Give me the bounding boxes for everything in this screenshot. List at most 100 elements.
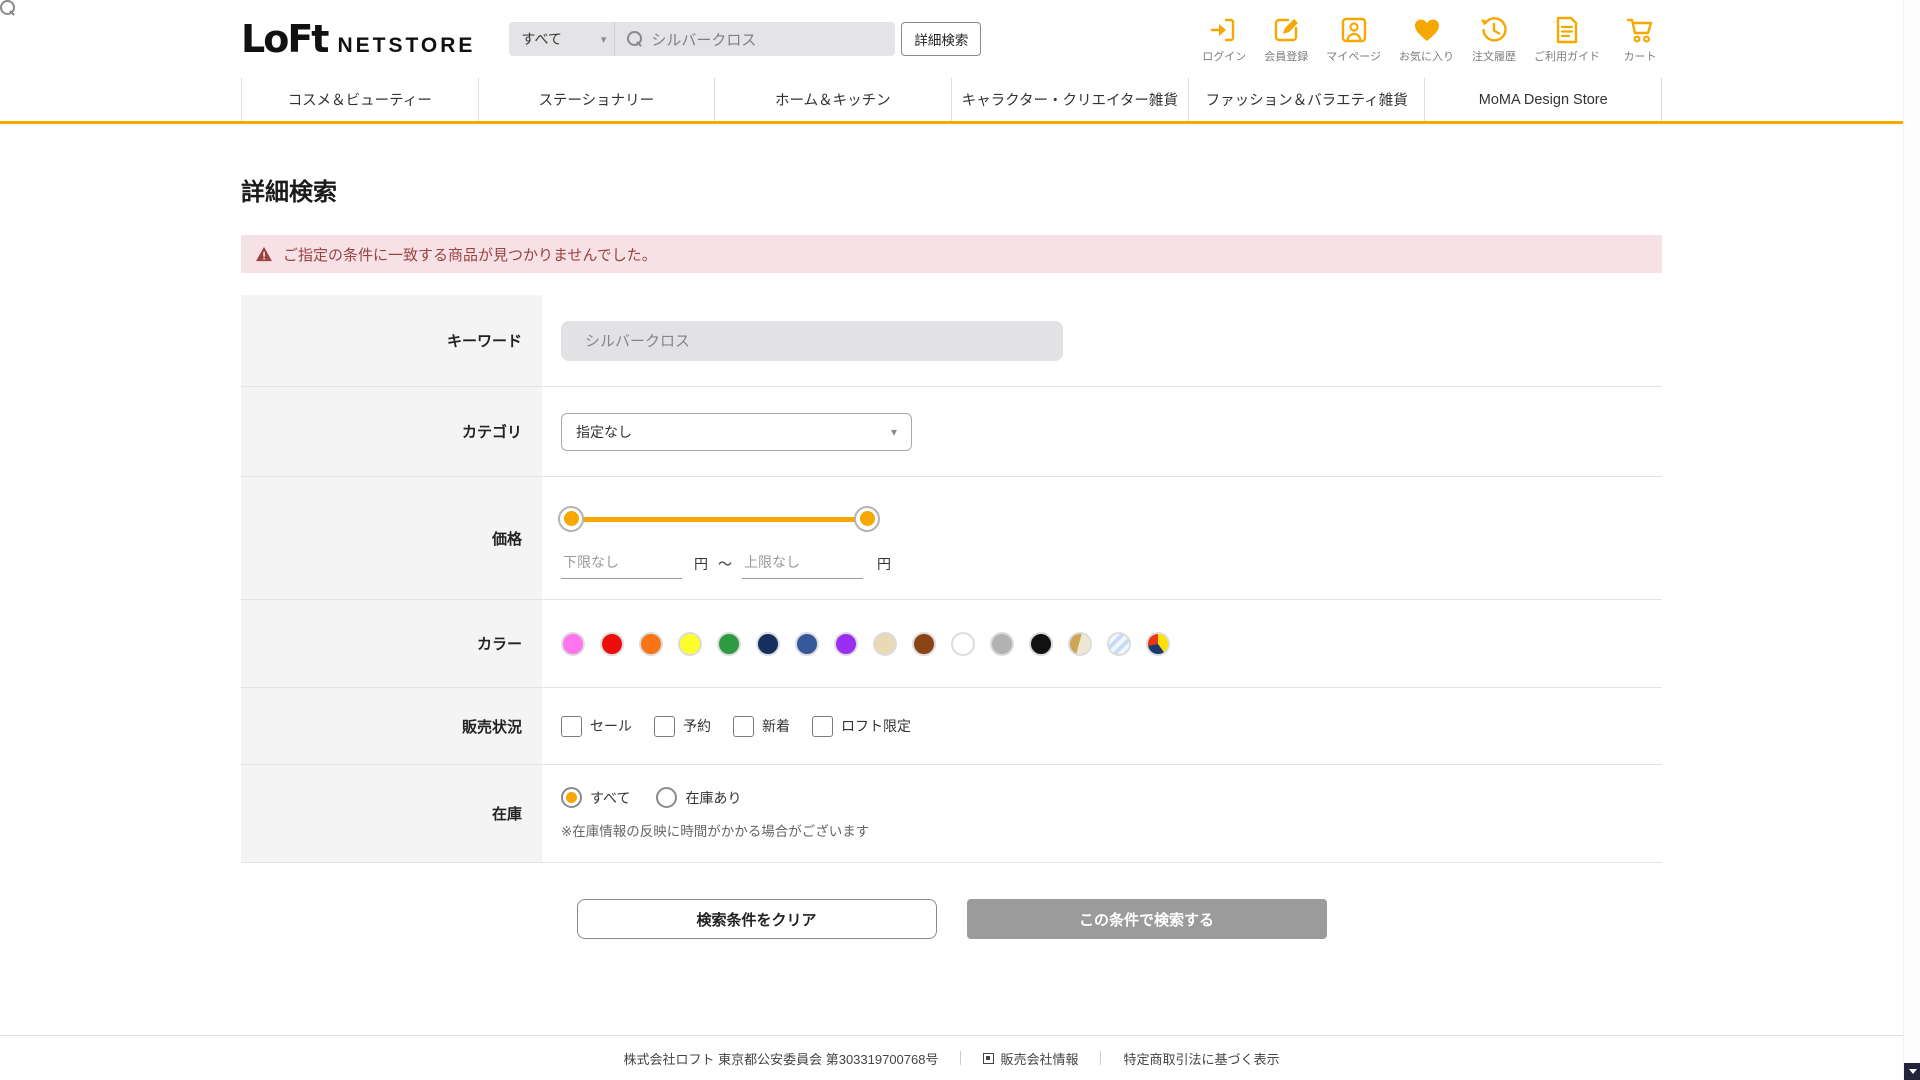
footer-company-text: 株式会社ロフト 東京都公安委員会 第303319700768号 xyxy=(623,1051,939,1067)
scrollbar[interactable] xyxy=(1903,0,1920,1080)
nav-item-6[interactable]: MoMA Design Store xyxy=(1424,78,1662,121)
color-swatch-brown[interactable] xyxy=(912,631,936,656)
checkbox-icon xyxy=(654,715,675,737)
sales-status-checkbox-2[interactable]: 予約 xyxy=(654,715,711,737)
quick-link-order-history[interactable]: 注文履歴 xyxy=(1472,15,1516,64)
footer-divider xyxy=(1100,1051,1102,1065)
radio-icon xyxy=(656,787,678,808)
footer-link-legal-label: 特定商取引法に基づく表示 xyxy=(1123,1051,1280,1067)
global-nav: コスメ＆ビューティー ステーショナリー ホーム＆キッチン キャラクター・クリエイター雑… xyxy=(0,78,1903,124)
nav-item-4[interactable]: キャラクター・クリエイター雑貨 xyxy=(950,78,1188,121)
price-slider-track xyxy=(571,516,867,522)
color-label: カラー xyxy=(241,600,542,687)
keyword-input[interactable]: シルバークロス xyxy=(561,320,1063,361)
checkbox-icon xyxy=(733,715,754,737)
color-swatch-gold[interactable] xyxy=(1068,631,1092,656)
quick-link-label: カート xyxy=(1623,50,1657,63)
color-swatch-white[interactable] xyxy=(951,631,975,656)
sales-status-checkbox-4[interactable]: ロフト限定 xyxy=(812,715,911,737)
login-icon xyxy=(1209,15,1239,45)
form-row-category: カテゴリ 指定なし ▾ xyxy=(241,387,1662,477)
category-select[interactable]: 指定なし ▾ xyxy=(561,412,912,451)
search-category-value: すべて xyxy=(521,31,562,47)
checkbox-label: セール xyxy=(590,718,632,734)
nav-item-2[interactable]: ステーショナリー xyxy=(477,78,715,121)
header: LoFt NETSTORE すべて ▾ シルバークロス 詳細検索 ログイン 会員… xyxy=(0,0,1903,78)
chevron-down-icon: ▾ xyxy=(890,424,897,439)
search-icon xyxy=(627,31,643,47)
color-swatch-blue[interactable] xyxy=(795,631,819,656)
quick-link-guide[interactable]: ご利用ガイド xyxy=(1534,15,1600,64)
footer: 株式会社ロフト 東京都公安委員会 第303319700768号 販売会社情報 特… xyxy=(0,1035,1903,1080)
search-category-select[interactable]: すべて ▾ xyxy=(509,22,616,56)
stock-radio-2[interactable]: 在庫あり xyxy=(656,787,741,808)
category-label: カテゴリ xyxy=(241,387,542,476)
footer-link-company-info[interactable]: 販売会社情報 xyxy=(983,1049,1078,1068)
color-swatch-multicolor[interactable] xyxy=(1146,631,1170,656)
price-slider-min-handle[interactable] xyxy=(558,505,584,532)
mypage-icon xyxy=(1339,15,1369,45)
footer-divider xyxy=(960,1051,962,1065)
header-searchbar: すべて ▾ シルバークロス 詳細検索 xyxy=(509,22,982,56)
color-swatch-gray[interactable] xyxy=(990,631,1014,656)
sales-status-checkbox-3[interactable]: 新着 xyxy=(733,715,790,737)
keyword-value: シルバークロス xyxy=(585,333,691,350)
checkbox-label: 新着 xyxy=(762,718,790,734)
register-icon xyxy=(1271,15,1301,45)
scroll-down-button[interactable] xyxy=(1904,1063,1920,1080)
price-max-input[interactable]: 上限なし xyxy=(742,550,863,579)
color-swatch-clear[interactable] xyxy=(1107,631,1131,656)
color-swatch-black[interactable] xyxy=(1029,631,1053,656)
sales-status-label: 販売状況 xyxy=(241,688,542,764)
quick-link-label: 会員登録 xyxy=(1264,50,1309,63)
loft-logo[interactable]: LoFt NETSTORE xyxy=(241,17,475,61)
checkbox-label: 予約 xyxy=(683,718,711,734)
radio-icon xyxy=(561,787,582,808)
order-history-icon xyxy=(1479,15,1509,45)
error-message: ご指定の条件に一致する商品が見つかりませんでした。 xyxy=(283,246,657,264)
price-separator: ～ xyxy=(718,556,732,572)
nav-item-5[interactable]: ファッション＆バラエティ雑貨 xyxy=(1187,78,1425,121)
footer-link-legal[interactable]: 特定商取引法に基づく表示 xyxy=(1123,1049,1279,1068)
page: LoFt NETSTORE すべて ▾ シルバークロス 詳細検索 ログイン 会員… xyxy=(0,0,1920,1080)
form-row-color: カラー xyxy=(241,600,1662,688)
quick-link-favorites[interactable]: お気に入り xyxy=(1399,15,1454,64)
clear-conditions-button[interactable]: 検索条件をクリア xyxy=(576,899,937,939)
nav-item-1[interactable]: コスメ＆ビューティー xyxy=(241,78,478,121)
stock-radio-1[interactable]: すべて xyxy=(561,787,630,808)
checkbox-icon xyxy=(812,715,833,737)
logo-netstore-text: NETSTORE xyxy=(337,34,476,57)
color-swatch-purple[interactable] xyxy=(834,631,858,656)
cart-icon xyxy=(1625,15,1655,45)
quick-link-label: ログイン xyxy=(1202,50,1247,63)
quick-link-mypage[interactable]: マイページ xyxy=(1326,15,1381,64)
color-swatch-beige[interactable] xyxy=(873,631,897,656)
color-swatch-orange[interactable] xyxy=(639,631,663,656)
search-input[interactable]: シルバークロス xyxy=(615,29,895,50)
quick-link-cart[interactable]: カート xyxy=(1618,15,1662,64)
price-min-input[interactable]: 下限なし xyxy=(561,550,682,579)
search-with-conditions-button[interactable]: この条件で検索する xyxy=(966,899,1327,939)
color-swatch-green[interactable] xyxy=(717,631,741,656)
quick-link-login[interactable]: ログイン xyxy=(1202,15,1246,64)
sales-status-checkbox-1[interactable]: セール xyxy=(561,715,632,737)
form-row-sales-status: 販売状況 セール 予約 新着 ロフト限定 xyxy=(241,688,1662,765)
header-quick-links: ログイン 会員登録 マイページ お気に入り 注文履歴 ご利用ガイド カート xyxy=(1202,15,1662,64)
quick-link-label: マイページ xyxy=(1326,50,1381,63)
quick-link-label: お気に入り xyxy=(1399,50,1454,63)
quick-link-label: ご利用ガイド xyxy=(1534,50,1600,63)
color-swatch-red[interactable] xyxy=(600,631,624,656)
detail-search-button[interactable]: 詳細検索 xyxy=(901,22,982,56)
nav-item-3[interactable]: ホーム＆キッチン xyxy=(714,78,951,121)
color-swatch-navy[interactable] xyxy=(756,631,780,656)
price-slider-max-handle[interactable] xyxy=(854,505,880,532)
search-query-value: シルバークロス xyxy=(651,31,757,49)
quick-link-register[interactable]: 会員登録 xyxy=(1264,15,1308,64)
color-swatch-pink[interactable] xyxy=(561,631,585,656)
color-swatch-yellow[interactable] xyxy=(678,631,702,656)
company-info-icon xyxy=(983,1052,995,1064)
price-unit-max: 円 xyxy=(877,556,891,572)
radio-label: すべて xyxy=(590,789,631,806)
chevron-down-icon: ▾ xyxy=(600,33,607,46)
warning-icon xyxy=(256,246,272,262)
